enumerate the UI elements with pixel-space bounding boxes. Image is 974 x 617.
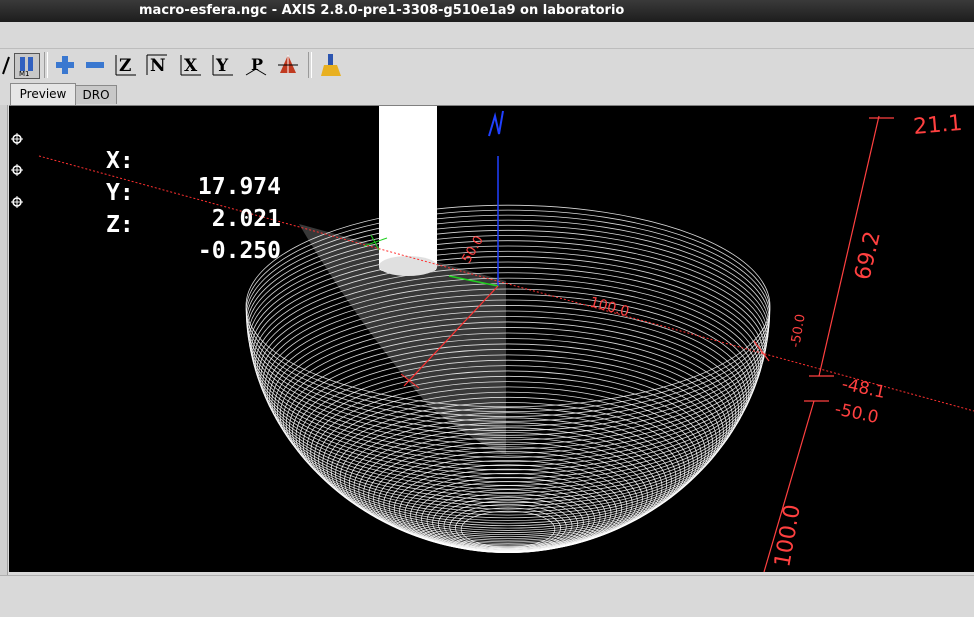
toolpath-contour — [437, 496, 579, 552]
toolpath-contour — [285, 338, 731, 510]
view-z2-button[interactable]: N — [145, 53, 169, 77]
svg-text:Z: Z — [119, 56, 131, 76]
dro-x-value: 17.974 — [197, 174, 281, 200]
svg-text:N: N — [150, 56, 166, 76]
dim-y-low-label: -50.0 — [833, 399, 880, 428]
zoom-in-icon — [56, 56, 74, 74]
machine-coords-button[interactable]: M1 — [14, 53, 40, 79]
toolpath-contour — [432, 492, 584, 552]
dro-z-row: Z: -0.250 — [9, 186, 281, 290]
menu-bar — [0, 22, 974, 49]
view-x-icon: X — [180, 55, 201, 76]
axis-z-label-mark — [488, 110, 504, 137]
toolpath-contour — [279, 327, 737, 504]
zoom-out-icon — [86, 62, 104, 68]
view-y-button[interactable]: Y — [211, 53, 235, 77]
view-p-button[interactable]: P — [244, 53, 268, 77]
toolpath-plot: 21.1 69.2 100.0 50.0 -50.0 -48.1 -50.0 1… — [11, 106, 974, 572]
tool-cylinder — [379, 106, 437, 271]
clear-backplot-button[interactable] — [319, 53, 343, 77]
tool-tip — [379, 256, 437, 276]
tab-preview[interactable]: Preview — [10, 83, 76, 105]
svg-text:Y: Y — [215, 56, 229, 76]
dim-z-top-label: 21.1 — [912, 111, 963, 140]
left-panel-edge[interactable] — [0, 105, 8, 575]
machine-coords-icon: M1 — [19, 57, 33, 77]
dim-y-label: 69.2 — [850, 229, 885, 282]
toggle-view-icon — [2, 56, 10, 75]
dim-z-left-label: -50.0 — [788, 313, 809, 349]
window-title: macro-esfera.ngc - AXIS 2.8.0-pre1-3308-… — [139, 3, 625, 18]
dim-axis-x-label: 50.0 — [459, 233, 486, 266]
dim-y-mid-label: -48.1 — [840, 374, 887, 403]
toolpath-contour — [260, 283, 756, 475]
dro-z-value: -0.250 — [197, 238, 281, 264]
zoom-out-button[interactable] — [83, 53, 107, 77]
tab-bar: Preview DRO — [0, 83, 974, 105]
toolpath-contour — [258, 277, 758, 471]
view-y-icon: Y — [212, 55, 233, 76]
toolpath-contour — [250, 250, 766, 450]
broom-icon — [321, 54, 341, 76]
view-p-icon: P — [245, 55, 267, 76]
toolpath-contour — [276, 321, 740, 500]
view-z-button[interactable]: Z — [114, 53, 138, 77]
toolbar: M1 Z N X Y P — [0, 49, 974, 83]
preview-canvas[interactable]: 21.1 69.2 100.0 50.0 -50.0 -48.1 -50.0 1… — [9, 105, 974, 572]
window-titlebar: macro-esfera.ngc - AXIS 2.8.0-pre1-3308-… — [0, 0, 974, 22]
view-x-button[interactable]: X — [179, 53, 203, 77]
svg-text:X: X — [184, 56, 198, 76]
dim-x-label: 100.0 — [588, 294, 631, 320]
dro-y-axis: Y: — [106, 180, 134, 206]
toolpath-contour — [299, 359, 717, 522]
dro-z-axis: Z: — [106, 212, 134, 238]
toolpath-contour — [248, 240, 768, 441]
dim-z-len-label: 100.0 — [770, 503, 806, 569]
view-3d-button[interactable] — [276, 53, 300, 77]
toolpath-contour — [256, 272, 760, 467]
view-z2-icon: N — [146, 54, 167, 76]
toolpath-contour — [262, 288, 754, 479]
tab-dro[interactable]: DRO — [75, 85, 117, 104]
zoom-in-button[interactable] — [53, 53, 77, 77]
toolbar-separator — [308, 52, 312, 78]
svg-text:M1: M1 — [19, 70, 30, 77]
dro-x-axis: X: — [106, 148, 134, 174]
toolpath-contour — [318, 386, 698, 534]
toolpath-contour — [310, 375, 706, 529]
status-area — [0, 575, 974, 617]
dro-y-value: 2.021 — [211, 206, 281, 232]
toolbar-separator — [44, 52, 48, 78]
view-3d-icon — [278, 55, 298, 73]
view-z-icon: Z — [115, 55, 136, 76]
